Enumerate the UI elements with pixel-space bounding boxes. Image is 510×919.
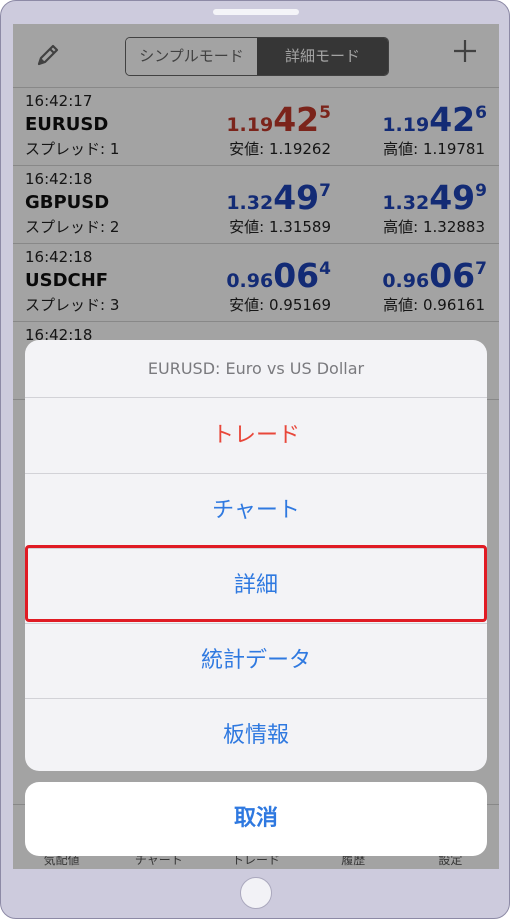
statistics-action[interactable]: 統計データ bbox=[25, 623, 487, 699]
chart-action[interactable]: チャート bbox=[25, 473, 487, 549]
details-highlight-box bbox=[25, 545, 487, 622]
action-sheet-title: EURUSD: Euro vs US Dollar bbox=[25, 340, 487, 398]
trade-action[interactable]: トレード bbox=[25, 398, 487, 474]
cancel-button[interactable]: 取消 bbox=[25, 782, 487, 856]
phone-frame: シンプルモード 詳細モード 16:42:17 EURUSD スプレッド: 1 1… bbox=[0, 0, 510, 919]
home-button[interactable] bbox=[240, 877, 272, 909]
speaker-grille bbox=[213, 9, 299, 15]
depth-of-market-action[interactable]: 板情報 bbox=[25, 698, 487, 771]
